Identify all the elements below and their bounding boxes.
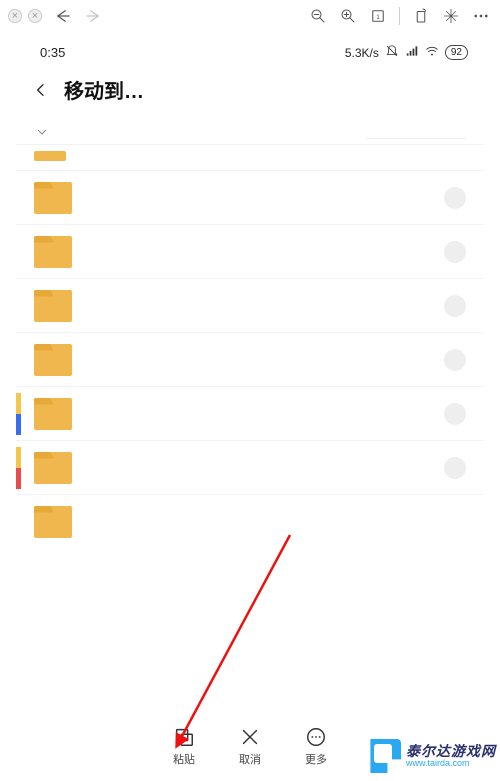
back-button[interactable] (30, 79, 52, 101)
folder-icon (34, 236, 72, 268)
forward-icon[interactable] (84, 7, 102, 25)
folder-icon (34, 506, 72, 538)
list-item[interactable] (16, 440, 484, 494)
status-netspeed: 5.3K/s (345, 46, 379, 60)
list-item[interactable] (16, 332, 484, 386)
radio-select[interactable] (444, 403, 466, 425)
breadcrumb-chevron[interactable] (16, 118, 484, 144)
page-header: 移动到… (16, 65, 484, 118)
folder-icon (34, 182, 72, 214)
site-watermark: 泰尔达游戏网 www.tairda.com (367, 739, 496, 773)
radio-select[interactable] (444, 349, 466, 371)
folder-icon (34, 398, 72, 430)
radio-select[interactable] (444, 457, 466, 479)
zoom-in-icon[interactable] (339, 7, 357, 25)
folder-icon (34, 151, 66, 161)
item-color-stripe (16, 393, 21, 435)
close-icon (239, 726, 261, 748)
status-bar: 0:35 5.3K/s 92 (16, 40, 484, 65)
phone-viewport: 0:35 5.3K/s 92 移动到… (16, 40, 484, 781)
folder-list (16, 118, 484, 781)
dnd-icon (385, 44, 399, 61)
more-circle-icon (305, 726, 327, 748)
list-item[interactable] (16, 494, 484, 548)
svg-text:1: 1 (376, 14, 380, 21)
rotate-icon[interactable] (412, 7, 430, 25)
more-button[interactable]: 更多 (305, 726, 327, 767)
cancel-button[interactable]: 取消 (239, 726, 261, 767)
more-label: 更多 (305, 751, 327, 767)
cancel-label: 取消 (239, 751, 261, 767)
close-icon[interactable]: × (8, 9, 22, 23)
watermark-logo (367, 739, 401, 773)
divider (399, 7, 400, 25)
list-item[interactable] (16, 278, 484, 332)
folder-icon (34, 290, 72, 322)
tab-close-group: × × (8, 9, 42, 23)
status-time: 0:35 (40, 45, 65, 60)
folder-icon (34, 452, 72, 484)
list-item[interactable] (16, 170, 484, 224)
signal-icon (405, 44, 419, 61)
radio-select[interactable] (444, 241, 466, 263)
radio-select[interactable] (444, 295, 466, 317)
back-icon[interactable] (54, 7, 72, 25)
browser-toolbar: × × 1 (0, 0, 500, 32)
close-icon[interactable]: × (28, 9, 42, 23)
list-item[interactable] (16, 224, 484, 278)
page-count-icon[interactable]: 1 (369, 7, 387, 25)
sparkle-icon[interactable] (442, 7, 460, 25)
paste-label: 粘贴 (173, 751, 195, 767)
wifi-icon (425, 44, 439, 61)
zoom-out-icon[interactable] (309, 7, 327, 25)
item-color-stripe (16, 447, 21, 489)
folder-icon (34, 344, 72, 376)
paste-button[interactable]: 粘贴 (173, 726, 195, 767)
more-dots-icon[interactable] (472, 7, 490, 25)
watermark-url: www.tairda.com (406, 759, 496, 768)
radio-select[interactable] (444, 187, 466, 209)
watermark-name: 泰尔达游戏网 (406, 744, 496, 759)
list-item[interactable] (16, 386, 484, 440)
paste-icon (173, 726, 195, 748)
list-item[interactable] (16, 144, 484, 170)
battery-level: 92 (445, 45, 468, 60)
page-title: 移动到… (64, 75, 144, 104)
